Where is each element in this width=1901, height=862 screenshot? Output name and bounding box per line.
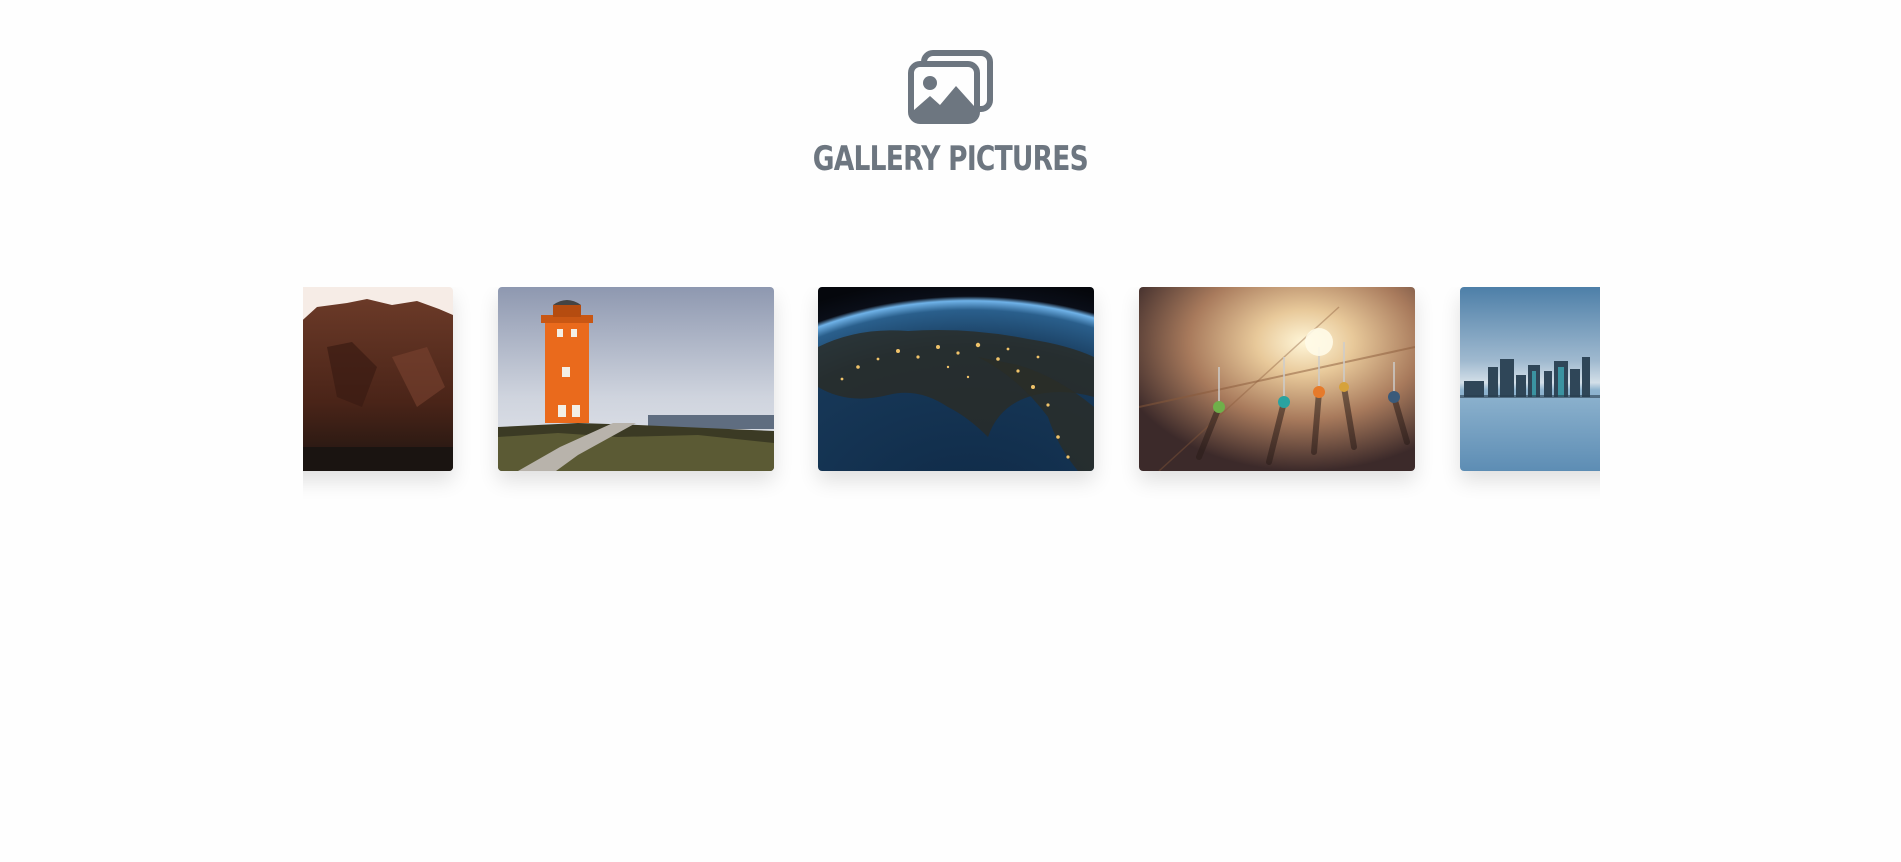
slide-lighthouse[interactable] (498, 287, 774, 471)
lighthouse-image (498, 287, 774, 471)
earth-night-image (818, 287, 1094, 471)
images-icon (907, 50, 993, 124)
slide-city-skyline[interactable] (1460, 287, 1600, 471)
image-carousel[interactable] (303, 287, 1600, 499)
gallery-page: GALLERY PICTURES (0, 0, 1901, 862)
gallery-header: GALLERY PICTURES (0, 50, 1901, 176)
slide-rock-cliff[interactable] (303, 287, 453, 471)
map-pins-image (1139, 287, 1415, 471)
page-title: GALLERY PICTURES (812, 139, 1089, 179)
slide-earth-night[interactable] (818, 287, 1094, 471)
city-skyline-image (1460, 287, 1600, 471)
slide-map-pins[interactable] (1139, 287, 1415, 471)
rock-cliff-image (303, 287, 453, 471)
